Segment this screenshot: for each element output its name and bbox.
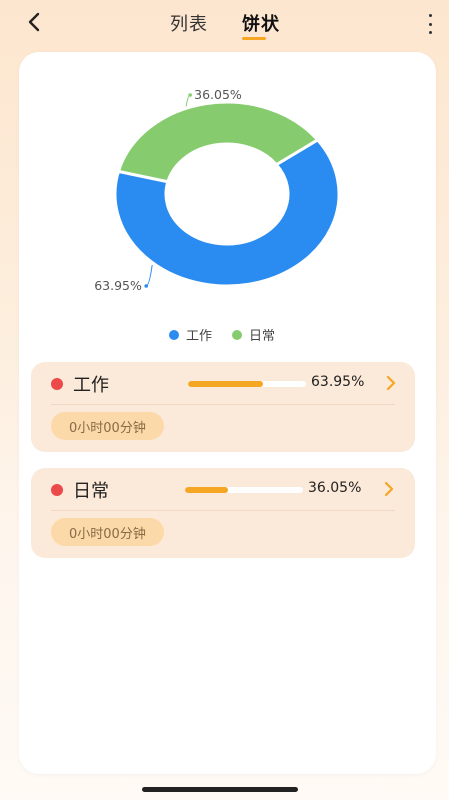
progress-bar xyxy=(185,487,303,493)
category-name: 工作 xyxy=(73,375,109,396)
legend-label-daily: 日常 xyxy=(249,329,276,344)
chevron-right-icon[interactable] xyxy=(381,480,397,498)
bullet-icon xyxy=(51,484,63,496)
duration-badge: 0小时00分钟 xyxy=(51,518,164,546)
more-menu-button[interactable] xyxy=(425,14,435,34)
stats-panel: 63.95% 36.05% 工作 日常 工作 63.95% 0小时00分钟 日常 … xyxy=(19,52,436,774)
category-name: 日常 xyxy=(73,481,109,502)
tab-pie[interactable]: 饼状 xyxy=(242,10,280,40)
chevron-right-icon[interactable] xyxy=(383,374,399,392)
duration-badge: 0小时00分钟 xyxy=(51,412,164,440)
progress-fill xyxy=(185,487,228,493)
category-percent: 36.05% xyxy=(308,480,362,496)
progress-fill xyxy=(188,381,264,387)
label-leader-line xyxy=(146,264,153,287)
more-icon xyxy=(428,14,432,17)
label-anchor-dot xyxy=(144,284,149,288)
back-button[interactable] xyxy=(20,8,48,36)
chevron-left-icon xyxy=(28,12,40,32)
tab-list[interactable]: 列表 xyxy=(170,10,208,36)
chart-legend: 工作 日常 xyxy=(169,325,275,344)
view-tabs: 列表 饼状 xyxy=(170,10,280,40)
card-divider xyxy=(51,404,395,405)
category-percent: 63.95% xyxy=(311,374,365,390)
progress-bar xyxy=(188,381,306,387)
legend-label-work: 工作 xyxy=(186,329,213,344)
legend-swatch-work xyxy=(169,329,179,340)
bullet-icon xyxy=(51,378,63,390)
data-label-work: 63.95% xyxy=(94,278,142,293)
home-indicator xyxy=(142,787,298,792)
donut-chart: 63.95% 36.05% xyxy=(94,87,341,293)
category-card-daily[interactable]: 日常 36.05% 0小时00分钟 xyxy=(31,468,415,558)
legend-item-daily[interactable]: 日常 xyxy=(232,325,275,344)
legend-swatch-daily xyxy=(232,329,243,340)
label-anchor-dot xyxy=(188,93,192,97)
top-bar: 列表 饼状 xyxy=(0,0,449,48)
card-divider xyxy=(51,510,395,511)
legend-item-work[interactable]: 工作 xyxy=(169,325,212,344)
data-label-daily: 36.05% xyxy=(194,87,242,102)
category-card-work[interactable]: 工作 63.95% 0小时00分钟 xyxy=(31,362,415,452)
